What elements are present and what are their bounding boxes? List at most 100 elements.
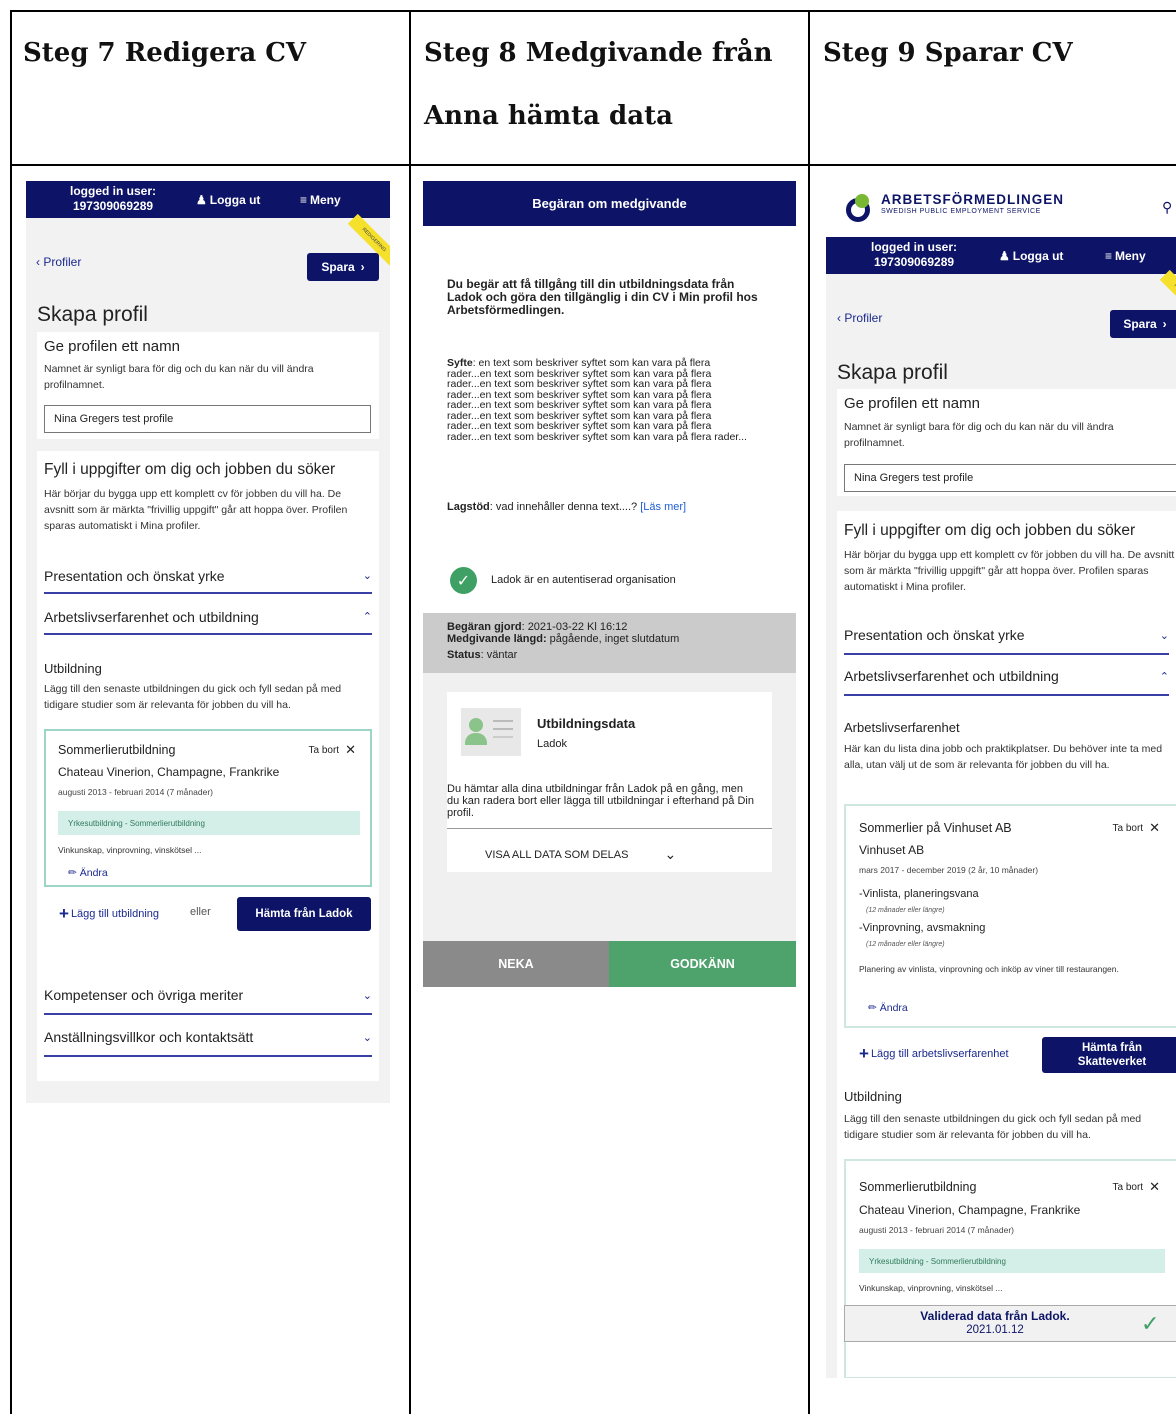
profile-name-card: Ge profilen ett namn Namnet är synligt b…	[837, 389, 1176, 496]
data-source: Ladok	[537, 738, 567, 750]
request-status-band: Begäran gjord: 2021-03-22 Kl 16:12 Medgi…	[423, 613, 796, 673]
consent-status: Status: väntar	[447, 649, 518, 661]
accordion-presentation[interactable]: Presentation och önskat yrke ⌄	[844, 617, 1169, 655]
edit-education-link[interactable]: ✏ Ändra	[68, 867, 108, 879]
edu-item-title: Sommerlierutbildning	[58, 743, 176, 757]
fetch-from-skatteverket-button[interactable]: Hämta från Skatteverket	[1042, 1037, 1176, 1073]
validated-label: Validerad data från Ladok.	[920, 1309, 1070, 1323]
remove-education-button[interactable]: Ta bort ✕	[309, 742, 356, 758]
consent-duration: Medgivande längd: pågående, inget slutda…	[447, 633, 680, 645]
top-bar: logged in user: 197309069289 ♟ Logga ut ≡…	[26, 181, 390, 218]
menu-button[interactable]: ≡ Meny	[300, 193, 341, 207]
work-text: Här kan du lista dina jobb och praktikpl…	[844, 743, 1163, 771]
brand-name: ARBETSFÖRMEDLINGEN	[881, 192, 1064, 207]
logged-in-user: logged in user: 197309069289	[70, 184, 156, 214]
search-icon[interactable]: ⚲	[1162, 199, 1172, 216]
chevron-left-icon: ‹	[837, 311, 841, 325]
edu-item-desc: Vinkunskap, vinprovning, vinskötsel ...	[859, 1283, 1003, 1293]
logout-link[interactable]: ♟ Logga ut	[196, 193, 260, 207]
job-desc: Planering av vinlista, vinprovning och i…	[859, 964, 1119, 974]
logout-link[interactable]: ♟ Logga ut	[999, 249, 1063, 263]
grid-line-header	[10, 164, 1176, 166]
accordion-competence[interactable]: Kompetenser och övriga meriter ⌄	[44, 977, 372, 1015]
deny-button[interactable]: NEKA	[423, 941, 609, 987]
education-item: Sommerlierutbildning Ta bort ✕ Chateau Vi…	[844, 1159, 1176, 1378]
user-icon: ♟	[196, 193, 207, 207]
education-title: Utbildning	[844, 1089, 902, 1104]
consent-header: Begäran om medgivande	[423, 181, 796, 226]
fill-text: Här börjar du bygga upp ett komplett cv …	[44, 488, 348, 532]
chevron-down-icon: ⌄	[1159, 629, 1169, 642]
chevron-down-icon: ⌄	[362, 989, 372, 1002]
save-button[interactable]: Spara ›	[1110, 310, 1176, 338]
consent-intro: Du begär att få tillgång till din utbild…	[447, 277, 758, 317]
fetch-from-ladok-button[interactable]: Hämta från Ladok	[237, 897, 371, 931]
add-work-link[interactable]: + Lägg till arbetslivserfarenhet	[859, 1044, 1009, 1064]
edit-work-link[interactable]: ✏ Ändra	[868, 1002, 908, 1014]
plus-icon: +	[59, 904, 69, 923]
chevron-down-icon: ⌄	[664, 846, 677, 862]
column-heading-steg8-line1: Steg 8 Medgivande från	[424, 38, 773, 68]
steg9-screen: ARBETSFÖRMEDLINGEN SWEDISH PUBLIC EMPLOY…	[826, 181, 1176, 1378]
save-button[interactable]: Spara ›	[307, 253, 379, 281]
back-to-profiles-link[interactable]: ‹ Profiler	[837, 311, 882, 325]
document-user-icon	[461, 708, 521, 756]
skill-2: -Vinprovning, avsmakning	[859, 922, 986, 934]
profile-name-input[interactable]: Nina Gregers test profile	[44, 405, 371, 433]
edu-item-school: Chateau Vinerion, Champagne, Frankrike	[859, 1203, 1081, 1217]
accordion-work-education[interactable]: Arbetslivserfarenhet och utbildning ⌃	[844, 658, 1169, 696]
chevron-left-icon: ‹	[36, 255, 40, 269]
fill-title: Fyll i uppgifter om dig och jobben du sö…	[844, 522, 1136, 539]
steg7-screen: logged in user: 197309069289 ♟ Logga ut ≡…	[26, 181, 390, 1103]
read-more-link[interactable]: [Läs mer]	[640, 501, 686, 513]
divider	[447, 828, 772, 829]
show-all-data-toggle[interactable]: VISA ALL DATA SOM DELAS ⌄	[485, 846, 676, 863]
check-icon: ✓	[1141, 1311, 1160, 1336]
edu-item-school: Chateau Vinerion, Champagne, Frankrike	[58, 765, 280, 779]
name-section-text: Namnet är synligt bara för dig och du ka…	[844, 421, 1114, 449]
education-title: Utbildning	[44, 661, 102, 676]
af-logo-icon	[846, 194, 874, 222]
edu-item-dates: augusti 2013 - februari 2014 (7 månader)	[859, 1225, 1014, 1235]
back-to-profiles-link[interactable]: ‹ Profiler	[36, 255, 81, 269]
education-data-card: Utbildningsdata Ladok Du hämtar alla din…	[447, 692, 772, 872]
skill-1: -Vinlista, planeringsvana	[859, 888, 979, 900]
chevron-right-icon: ›	[360, 260, 365, 274]
education-item: Sommerlierutbildning Ta bort ✕ Chateau Vi…	[44, 729, 372, 887]
skill-1-note: (12 månader eller längre)	[866, 907, 945, 914]
accordion-presentation[interactable]: Presentation och önskat yrke ⌄	[44, 559, 372, 594]
consent-legal: Lagstöd: vad innehåller denna text....? …	[447, 501, 687, 513]
remove-education-button[interactable]: Ta bort ✕	[1113, 1179, 1160, 1195]
pencil-icon: ✏	[68, 867, 77, 879]
add-education-link[interactable]: + Lägg till utbildning	[59, 904, 159, 924]
column-heading-steg7: Steg 7 Redigera CV	[23, 38, 307, 68]
approve-button[interactable]: GODKÄNN	[609, 941, 796, 987]
close-icon: ✕	[1149, 1179, 1160, 1194]
page-title: Skapa profil	[37, 303, 148, 326]
hamburger-icon: ≡	[1105, 249, 1113, 263]
logged-in-user: logged in user: 197309069289	[871, 240, 958, 269]
grid-line-mid2	[808, 10, 810, 1414]
chevron-right-icon: ›	[1162, 317, 1167, 331]
brand-subtitle: SWEDISH PUBLIC EMPLOYMENT SERVICE	[881, 208, 1041, 215]
or-label: eller	[190, 906, 211, 918]
chevron-up-icon: ⌃	[362, 611, 372, 623]
menu-button[interactable]: ≡ Meny	[1105, 249, 1146, 263]
auth-org-text: Ladok är en autentiserad organisation	[491, 574, 676, 586]
data-text: Du hämtar alla dina utbildningar från La…	[447, 783, 754, 819]
cv-card: Fyll i uppgifter om dig och jobben du sö…	[37, 451, 379, 1081]
education-text: Lägg till den senaste utbildningen du gi…	[44, 683, 342, 711]
accordion-conditions[interactable]: Anställningsvillkor och kontaktsätt ⌄	[44, 1019, 372, 1057]
fill-text: Här börjar du bygga upp ett komplett cv …	[844, 549, 1175, 593]
steg8-screen: Begäran om medgivande Du begär att få ti…	[423, 181, 796, 987]
fill-title: Fyll i uppgifter om dig och jobben du sö…	[44, 461, 336, 478]
close-icon: ✕	[345, 742, 356, 757]
profile-name-input[interactable]: Nina Gregers test profile	[844, 464, 1176, 492]
remove-work-button[interactable]: Ta bort ✕	[1113, 820, 1160, 836]
column-heading-steg9: Steg 9 Sparar CV	[823, 38, 1073, 68]
request-made: Begäran gjord: 2021-03-22 Kl 16:12	[447, 621, 628, 633]
chevron-up-icon: ⌃	[1159, 670, 1169, 683]
accordion-work-education[interactable]: Arbetslivserfarenhet och utbildning ⌃	[44, 600, 372, 635]
edu-item-tag: Yrkesutbildning - Sommerlierutbildning	[58, 811, 360, 835]
user-id: 197309069289	[72, 199, 154, 213]
